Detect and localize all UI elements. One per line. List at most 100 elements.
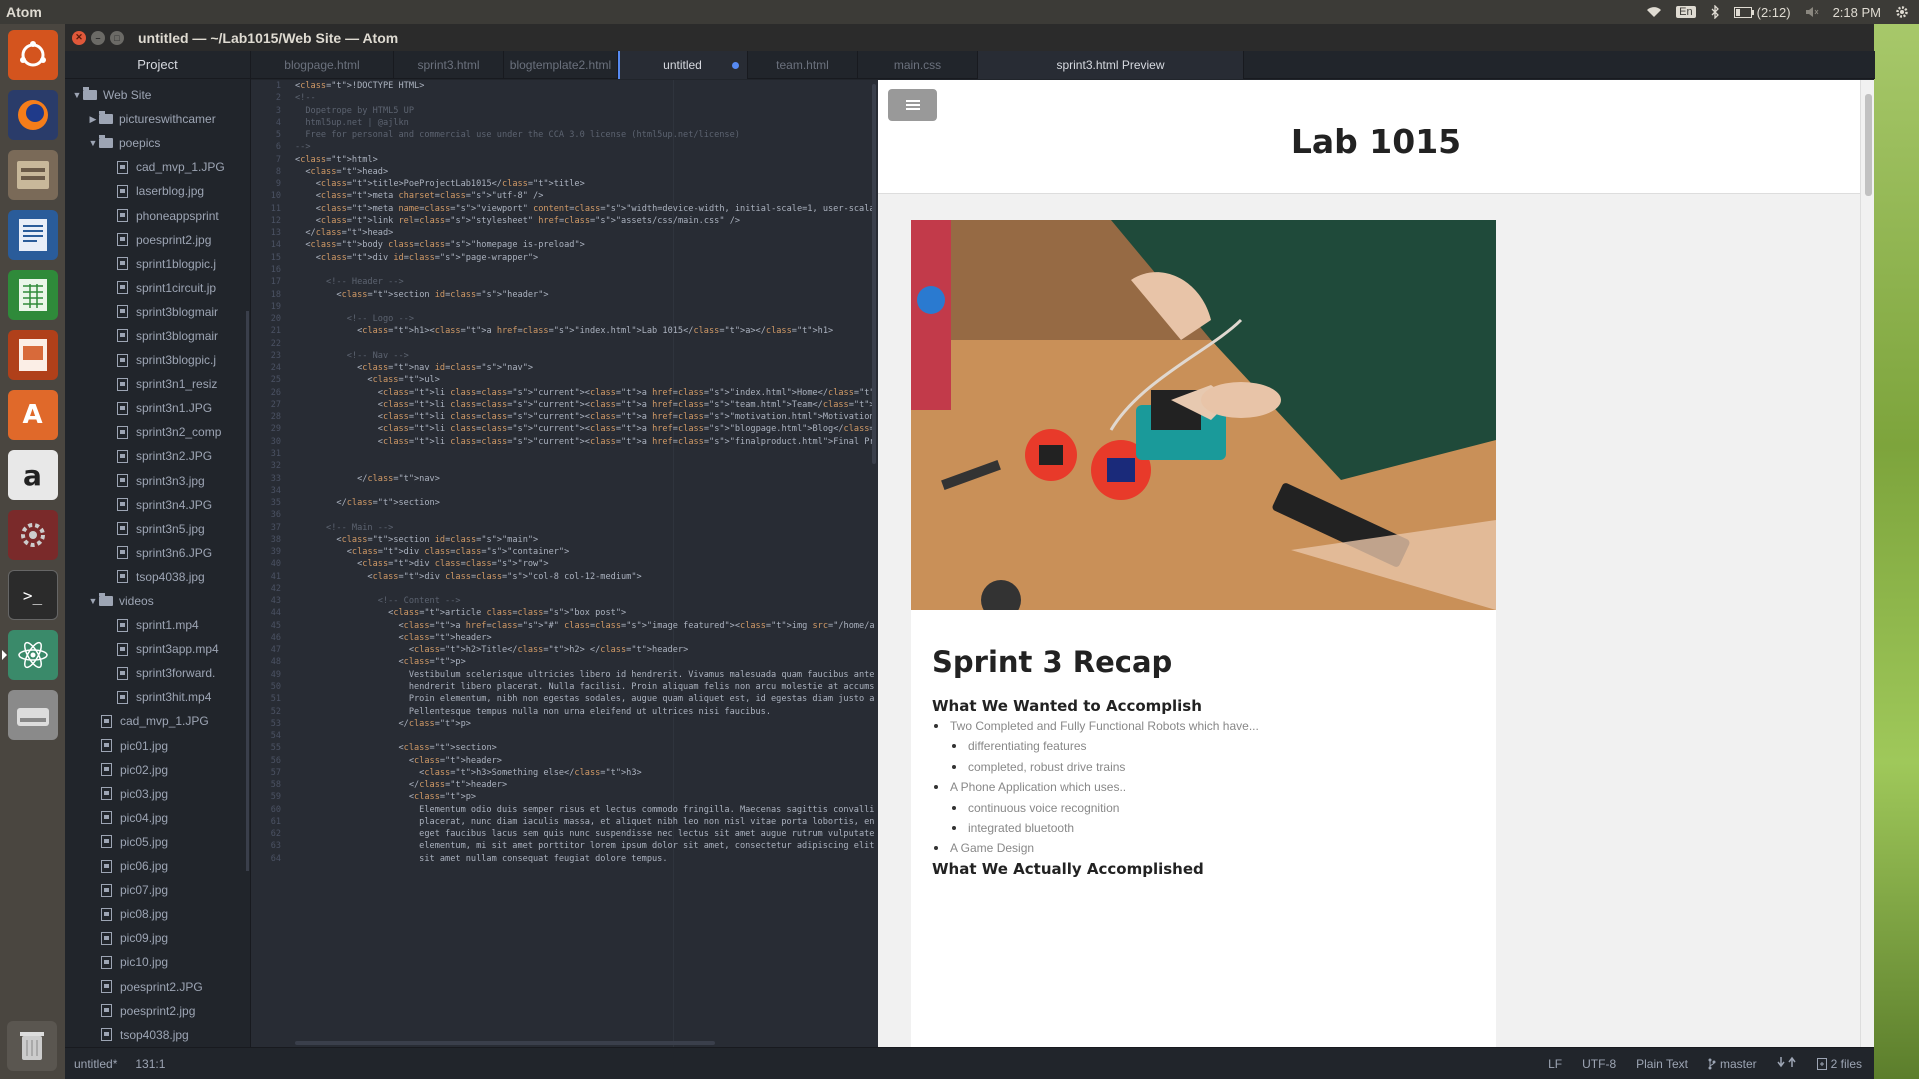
editor-vertical-scrollbar[interactable] (872, 84, 876, 464)
code-line[interactable]: <class="t">html> (295, 154, 875, 166)
code-line[interactable]: <!-- Main --> (295, 522, 875, 534)
code-line[interactable] (295, 301, 875, 313)
tree-file[interactable]: pic08.jpg (65, 902, 250, 926)
tree-file[interactable]: sprint3n5.jpg (65, 517, 250, 541)
code-line[interactable]: <!-- Nav --> (295, 350, 875, 362)
clock[interactable]: 2:18 PM (1833, 5, 1881, 20)
tree-view-header[interactable]: Project (65, 51, 250, 79)
code-line[interactable]: Pellentesque tempus nulla non urna eleif… (295, 706, 875, 718)
tree-file[interactable]: sprint3blogmair (65, 300, 250, 324)
code-line[interactable]: elementum, mi sit amet porttitor lorem i… (295, 840, 875, 852)
tree-file[interactable]: sprint1circuit.jp (65, 276, 250, 300)
bluetooth-icon[interactable] (1710, 5, 1720, 19)
code-line[interactable]: <class="t">h3>Something else</class="t">… (295, 767, 875, 779)
status-cursor-position[interactable]: 131:1 (135, 1057, 165, 1071)
ubuntu-dash-icon[interactable] (7, 30, 58, 80)
code-line[interactable]: Vestibulum scelerisque ultricies libero … (295, 669, 875, 681)
tree-file[interactable]: pic04.jpg (65, 806, 250, 830)
code-line[interactable]: <class="t">title>PoeProjectLab1015</clas… (295, 178, 875, 190)
tree-file[interactable]: laserblog.jpg (65, 179, 250, 203)
tree-file[interactable]: pic10.jpg (65, 950, 250, 974)
tree-file[interactable]: sprint3n1.JPG (65, 396, 250, 420)
code-line[interactable]: eget faucibus lacus sem quis nunc suspen… (295, 828, 875, 840)
tree-file[interactable]: phoneappsprint (65, 203, 250, 227)
code-line[interactable]: <!-- Logo --> (295, 313, 875, 325)
code-line[interactable]: <class="t">div class=class="s">"containe… (295, 546, 875, 558)
tree-file[interactable]: cad_mvp_1.JPG (65, 709, 250, 733)
tree-file[interactable]: sprint1.mp4 (65, 613, 250, 637)
code-line[interactable]: </class="t">header> (295, 779, 875, 791)
status-changed-files[interactable]: 2 files (1816, 1057, 1862, 1071)
software-center-icon[interactable]: A (7, 390, 58, 440)
code-line[interactable]: --> (295, 141, 875, 153)
code-line[interactable]: Elementum odio duis semper risus et lect… (295, 804, 875, 816)
tab-main-css[interactable]: main.css (858, 51, 978, 79)
code-line[interactable]: Free for personal and commercial use und… (295, 129, 875, 141)
tree-file[interactable]: sprint3hit.mp4 (65, 685, 250, 709)
tree-file[interactable]: sprint1blogpic.j (65, 252, 250, 276)
tab-team-html[interactable]: team.html (748, 51, 858, 79)
code-line[interactable]: </class="t">nav> (295, 473, 875, 485)
git-fetch-icon[interactable] (1777, 1056, 1797, 1071)
volume-muted-icon[interactable] (1805, 6, 1819, 18)
tree-folder[interactable]: ▼ poepics (65, 131, 250, 155)
featured-photo[interactable] (911, 220, 1496, 610)
libreoffice-calc-icon[interactable] (7, 270, 58, 320)
tree-file[interactable]: pic01.jpg (65, 734, 250, 758)
tab-sprint3-html[interactable]: sprint3.html (394, 51, 504, 79)
code-editor[interactable]: 1 2 3 4 5 6 7 8 9 10 11 12 13 14 15 16 17 18 19 20 21 22 23 24 2… (251, 80, 878, 1047)
atom-editor-icon[interactable] (1, 630, 58, 680)
code-line[interactable]: <class="t">article class=class="s">"box … (295, 607, 875, 619)
code-line[interactable] (295, 509, 875, 521)
code-line[interactable]: placerat, nunc diam iaculis massa, et al… (295, 816, 875, 828)
tree-file[interactable]: sprint3forward. (65, 661, 250, 685)
code-line[interactable]: <class="t">ul> (295, 374, 875, 386)
code-line[interactable]: <class="t">a href=class="s">"#" class=cl… (295, 620, 875, 632)
code-line[interactable]: <class="t">!DOCTYPE HTML> (295, 80, 875, 92)
tree-file[interactable]: pic02.jpg (65, 758, 250, 782)
code-line[interactable]: </class="t">p> (295, 718, 875, 730)
tree-file[interactable]: tsop4038.jpg (65, 565, 250, 589)
code-line[interactable]: <class="t">li class=class="s">"current">… (295, 399, 875, 411)
code-line[interactable]: <class="t">head> (295, 166, 875, 178)
status-grammar[interactable]: Plain Text (1636, 1057, 1688, 1071)
libreoffice-writer-icon[interactable] (7, 210, 58, 260)
code-line[interactable]: <class="t">section id=class="s">"header"… (295, 289, 875, 301)
status-file-name[interactable]: untitled* (74, 1057, 117, 1071)
tree-file[interactable]: poesprint2.jpg (65, 999, 250, 1023)
code-line[interactable]: </class="t">section> (295, 497, 875, 509)
code-line[interactable]: <!-- Content --> (295, 595, 875, 607)
code-line[interactable]: <class="t">h2>Title</class="t">h2> </cla… (295, 644, 875, 656)
code-line[interactable]: <class="t">link rel=class="s">"styleshee… (295, 215, 875, 227)
code-line[interactable]: <class="t">h1><class="t">a href=class="s… (295, 325, 875, 337)
code-line[interactable] (295, 264, 875, 276)
code-line[interactable] (295, 338, 875, 350)
tree-file[interactable]: pic06.jpg (65, 854, 250, 878)
code-line[interactable]: <class="t">nav id=class="s">"nav"> (295, 362, 875, 374)
tree-folder[interactable]: ▼ videos (65, 589, 250, 613)
tree-file[interactable]: sprint3n2.JPG (65, 444, 250, 468)
window-maximize-button[interactable]: □ (110, 30, 124, 45)
code-lines[interactable]: <class="t">!DOCTYPE HTML> <!-- Dopetrope … (295, 80, 875, 865)
code-line[interactable] (295, 730, 875, 742)
code-line[interactable]: <class="t">p> (295, 791, 875, 803)
libreoffice-impress-icon[interactable] (7, 330, 58, 380)
tree-file[interactable]: pic07.jpg (65, 878, 250, 902)
tree-file[interactable]: sprint3blogmair (65, 324, 250, 348)
hamburger-menu-button[interactable] (888, 89, 937, 121)
tab-untitled[interactable]: untitled (618, 51, 748, 79)
code-line[interactable] (295, 583, 875, 595)
tree-folder[interactable]: ▶ pictureswithcamer (65, 107, 250, 131)
status-encoding[interactable]: UTF-8 (1582, 1057, 1616, 1071)
code-line[interactable] (295, 448, 875, 460)
code-line[interactable]: <class="t">li class=class="s">"current">… (295, 387, 875, 399)
code-line[interactable] (295, 485, 875, 497)
tab-blogpage-html[interactable]: blogpage.html (251, 51, 394, 79)
code-line[interactable]: <class="t">div class=class="s">"col-8 co… (295, 571, 875, 583)
code-line[interactable]: Dopetrope by HTML5 UP (295, 105, 875, 117)
tree-file[interactable]: poesprint2.jpg (65, 228, 250, 252)
preview-scrollbar-thumb[interactable] (1865, 94, 1872, 196)
code-line[interactable]: <class="t">p> (295, 656, 875, 668)
code-line[interactable] (295, 460, 875, 472)
status-line-ending[interactable]: LF (1548, 1057, 1562, 1071)
